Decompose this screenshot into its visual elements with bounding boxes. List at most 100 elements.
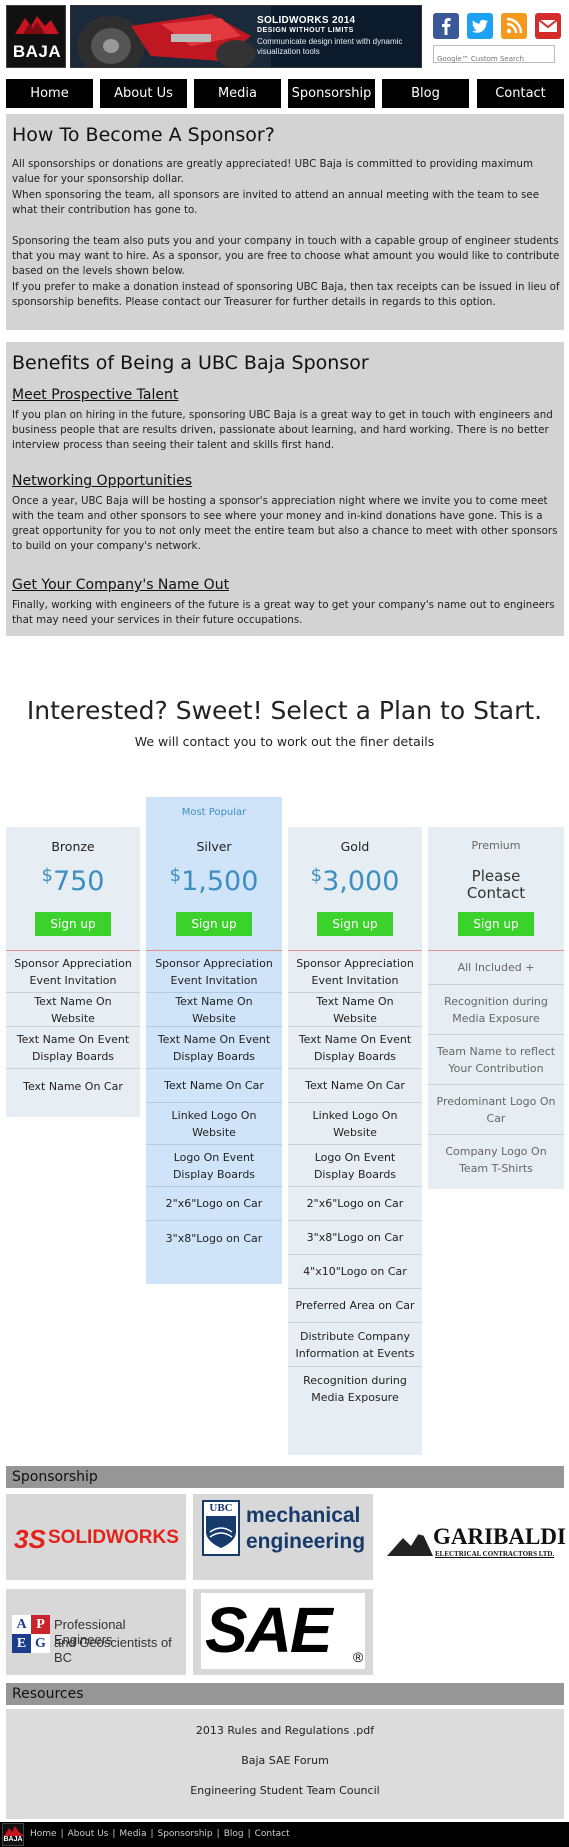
apeg-emblem-icon: A P E G — [12, 1615, 50, 1653]
paragraph: Sponsoring the team also puts you and yo… — [12, 235, 560, 277]
signup-button[interactable]: Sign up — [176, 912, 252, 936]
resources-header: Resources — [6, 1683, 564, 1705]
plan-feature: Sponsor Appreciation Event Invitation — [146, 951, 282, 993]
plan-feature: Text Name On Event Display Boards — [6, 1027, 140, 1069]
ubc-mech-logo[interactable]: UBC mechanical engineering — [193, 1494, 373, 1580]
plan-price: $750 — [41, 865, 105, 897]
footer-logo[interactable]: BAJA — [2, 1823, 24, 1846]
social-links — [433, 13, 561, 39]
resources-list: 2013 Rules and Regulations .pdf Baja SAE… — [6, 1709, 564, 1819]
rss-icon[interactable] — [501, 13, 527, 39]
plan-bronze: Bronze $750 Sign up Sponsor Appreciation… — [6, 827, 140, 1117]
mail-icon[interactable] — [535, 13, 561, 39]
nav-blog[interactable]: Blog — [382, 79, 469, 108]
apeg-logo[interactable]: A P E G Professional Engineers and Geosc… — [6, 1589, 186, 1675]
paragraph: When sponsoring the team, all sponsors a… — [12, 189, 540, 216]
resource-link-rules[interactable]: 2013 Rules and Regulations .pdf — [6, 1724, 564, 1737]
benefit-heading: Networking Opportunities — [12, 473, 193, 489]
site-header: BAJA SOLIDWORKS 2014 DESIGN WITHOUT LIMI… — [0, 0, 569, 75]
facebook-icon[interactable] — [433, 13, 459, 39]
plan-price: $3,000 — [310, 865, 400, 897]
plan-feature: Logo On Event Display Boards — [146, 1145, 282, 1187]
footer-link-about-us[interactable]: About Us — [68, 1829, 109, 1839]
sae-logo[interactable]: SAE ® — [193, 1589, 373, 1675]
nav-sponsorship[interactable]: Sponsorship — [288, 79, 375, 108]
footer-logo-text: BAJA — [3, 1836, 23, 1843]
footer-link-sponsorship[interactable]: Sponsorship — [158, 1829, 213, 1839]
plan-feature: Sponsor Appreciation Event Invitation — [6, 951, 140, 993]
plan-feature: Linked Logo On Website — [288, 1103, 422, 1145]
plan-feature: Preferred Area on Car — [288, 1289, 422, 1323]
plan-name: Bronze — [51, 839, 95, 854]
footer-link-contact[interactable]: Contact — [255, 1829, 290, 1839]
plan-feature: Text Name On Website — [6, 993, 140, 1027]
resource-link-council[interactable]: Engineering Student Team Council — [6, 1784, 564, 1797]
solidworks-logo[interactable]: 3S SOLIDWORKS — [6, 1494, 186, 1580]
plan-feature: Text Name On Event Display Boards — [146, 1027, 282, 1069]
signup-button[interactable]: Sign up — [35, 912, 111, 936]
banner-tagline: DESIGN WITHOUT LIMITS — [257, 27, 354, 34]
footer-link-media[interactable]: Media — [119, 1829, 146, 1839]
benefits-section: Benefits of Being a UBC Baja Sponsor Mee… — [6, 342, 564, 636]
paragraph: Finally, working with engineers of the f… — [12, 599, 555, 626]
nav-about-us[interactable]: About Us — [100, 79, 187, 108]
search-box[interactable] — [433, 45, 555, 67]
plan-feature: Distribute Company Information at Events — [288, 1323, 422, 1367]
section-title: Benefits of Being a UBC Baja Sponsor — [12, 352, 369, 374]
search-input[interactable] — [434, 51, 554, 67]
paragraph: Once a year, UBC Baja will be hosting a … — [12, 495, 558, 552]
site-footer: BAJA Home | About Us | Media | Sponsorship | Blo… — [0, 1822, 569, 1847]
signup-button[interactable]: Sign up — [458, 912, 534, 936]
plan-feature: Linked Logo On Website — [146, 1103, 282, 1145]
footer-link-home[interactable]: Home — [30, 1829, 57, 1839]
solidworks-text: SOLIDWORKS — [48, 1527, 179, 1548]
plan-feature: 3"x8"Logo on Car — [165, 1231, 263, 1245]
benefit-heading: Get Your Company's Name Out — [12, 577, 230, 593]
garibaldi-logo[interactable]: GARIBALDI ELECTRICAL CONTRACTORS LTD. — [381, 1494, 566, 1580]
plan-feature: Text Name On Website — [146, 993, 282, 1027]
nav-contact[interactable]: Contact — [477, 79, 564, 108]
twitter-icon[interactable] — [467, 13, 493, 39]
benefit-heading: Meet Prospective Talent — [12, 387, 179, 403]
plan-feature: Text Name On Car — [288, 1069, 422, 1103]
main-nav: Home About Us Media Sponsorship Blog Con… — [6, 79, 564, 108]
plan-feature: Text Name On Event Display Boards — [288, 1027, 422, 1069]
plan-gold: Gold $3,000 Sign up Sponsor Appreciation… — [288, 827, 422, 1455]
solidworks-banner[interactable]: SOLIDWORKS 2014 DESIGN WITHOUT LIMITS Co… — [70, 5, 422, 68]
plans-subheading: We will contact you to work out the fine… — [134, 734, 435, 749]
sponsorship-header: Sponsorship — [6, 1466, 564, 1488]
plan-feature: Recognition during Media Exposure — [428, 985, 564, 1035]
plan-feature: 3"x8"Logo on Car — [288, 1221, 422, 1255]
logo-text: BAJA — [12, 42, 62, 61]
plan-feature: Logo On Event Display Boards — [288, 1145, 422, 1187]
registered-icon: ® — [353, 1649, 364, 1665]
ubc-line2: engineering — [246, 1530, 366, 1553]
svg-text:3S: 3S — [14, 1524, 46, 1554]
resource-link-forum[interactable]: Baja SAE Forum — [6, 1754, 564, 1767]
ubc-crest-icon: UBC — [202, 1500, 240, 1556]
baja-logo[interactable]: BAJA — [6, 5, 66, 68]
plans-heading: Interested? Sweet! Select a Plan to Star… — [26, 696, 543, 725]
nav-home[interactable]: Home — [6, 79, 93, 108]
signup-button[interactable]: Sign up — [317, 912, 393, 936]
plan-feature: 2"x6"Logo on Car — [146, 1187, 282, 1221]
section-title: How To Become A Sponsor? — [12, 124, 275, 146]
plan-feature: Text Name On Website — [288, 993, 422, 1027]
paragraph: All sponsorships or donations are greatl… — [12, 158, 533, 185]
plan-feature: All Included + — [428, 951, 564, 985]
plan-feature: Sponsor Appreciation Event Invitation — [288, 951, 422, 993]
plan-feature: Recognition during Media Exposure — [303, 1374, 407, 1404]
paragraph: If you plan on hiring in the future, spo… — [12, 409, 553, 451]
nav-media[interactable]: Media — [194, 79, 281, 108]
garibaldi-line2: ELECTRICAL CONTRACTORS LTD. — [435, 1550, 555, 1558]
banner-car-image — [71, 6, 271, 67]
plan-feature: Text Name On Car — [146, 1069, 282, 1103]
plan-feature: Team Name to reflect Your Contribution — [428, 1035, 564, 1085]
become-sponsor-section: How To Become A Sponsor? All sponsorship… — [6, 114, 564, 330]
plan-feature: Company Logo On Team T-Shirts — [445, 1145, 547, 1175]
plan-feature: Predominant Logo On Car — [428, 1085, 564, 1135]
plan-name: Silver — [196, 839, 232, 854]
mountain-logo-icon — [15, 16, 59, 34]
apeg-line2: and Geoscientists of BC — [54, 1635, 172, 1665]
footer-link-blog[interactable]: Blog — [224, 1829, 244, 1839]
